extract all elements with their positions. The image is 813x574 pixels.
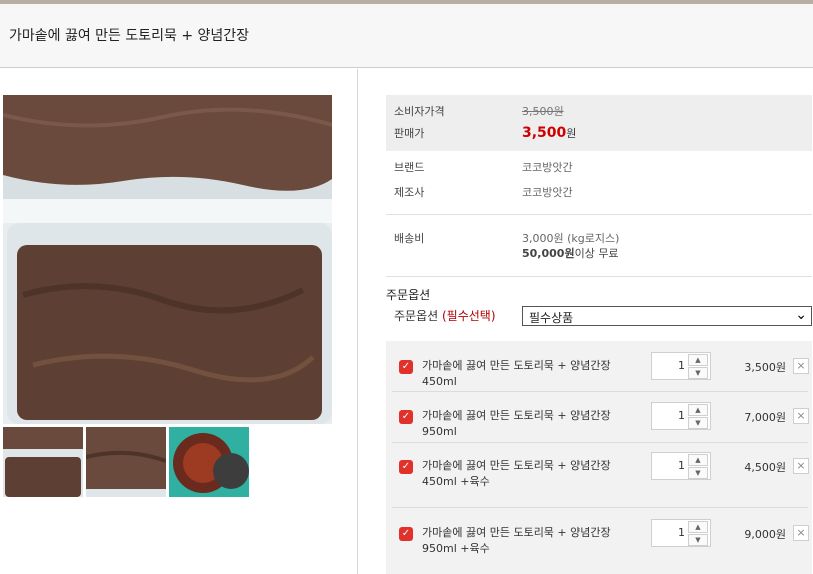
option-name: 가마솥에 끓여 만든 도토리묵 + 양념간장 450ml	[422, 359, 611, 388]
required-marker: (필수선택)	[442, 309, 496, 323]
increase-qty-icon[interactable]: ▲	[688, 354, 708, 366]
free-shipping-note: 50,000원이상 무료	[522, 245, 619, 261]
remove-option-icon[interactable]: ×	[793, 408, 809, 424]
option-name: 가마솥에 끓여 만든 도토리묵 + 양념간장 450ml +육수	[422, 459, 611, 488]
divider	[386, 276, 812, 277]
option-checkbox[interactable]: ✓	[399, 410, 413, 424]
option-price: 7,000원	[744, 411, 786, 424]
divider	[386, 214, 812, 215]
increase-qty-icon[interactable]: ▲	[688, 404, 708, 416]
remove-option-icon[interactable]: ×	[793, 358, 809, 374]
maker-value: 코코방앗간	[522, 186, 573, 199]
product-gallery	[0, 69, 358, 574]
quantity-stepper[interactable]: 1 ▲ ▼	[651, 519, 711, 547]
thumbnail-3[interactable]	[169, 427, 249, 497]
free-threshold: 50,000원	[522, 247, 575, 260]
thumbnail-1[interactable]	[3, 427, 83, 497]
quantity-stepper[interactable]: 1 ▲ ▼	[651, 352, 711, 380]
option-checkbox[interactable]: ✓	[399, 527, 413, 541]
page-header: 가마솥에 끓여 만든 도토리묵 + 양념간장	[0, 4, 813, 68]
option-checkbox[interactable]: ✓	[399, 360, 413, 374]
option-label-text: 주문옵션	[394, 309, 439, 323]
option-label: 주문옵션 (필수선택)	[394, 307, 496, 324]
option-name: 가마솥에 끓여 만든 도토리묵 + 양념간장 950ml +육수	[422, 526, 611, 555]
remove-option-icon[interactable]: ×	[793, 458, 809, 474]
shipping-label: 배송비	[394, 232, 425, 245]
sale-price: 3,500원	[522, 122, 576, 141]
consumer-price: 3,500원	[522, 105, 564, 118]
maker-label: 제조사	[394, 186, 425, 199]
selected-options-list: ✓ 가마솥에 끓여 만든 도토리묵 + 양념간장 450ml 1 ▲ ▼ 3,5…	[386, 341, 812, 574]
remove-option-icon[interactable]: ×	[793, 525, 809, 541]
brand-value: 코코방앗간	[522, 161, 573, 174]
option-name: 가마솥에 끓여 만든 도토리묵 + 양념간장 950ml	[422, 409, 611, 438]
row-divider	[392, 391, 808, 392]
quantity-stepper[interactable]: 1 ▲ ▼	[651, 402, 711, 430]
sale-price-number: 3,500	[522, 125, 567, 141]
product-info: 소비자가격 3,500원 판매가 3,500원 브랜드 코코방앗간 제조사 코코…	[386, 69, 813, 574]
option-price: 9,000원	[744, 528, 786, 541]
decrease-qty-icon[interactable]: ▼	[688, 534, 708, 546]
quantity-value: 1	[678, 459, 685, 472]
brand-label: 브랜드	[394, 161, 425, 174]
price-box: 소비자가격 3,500원 판매가 3,500원	[386, 95, 812, 151]
quantity-value: 1	[678, 526, 685, 539]
option-price: 4,500원	[744, 461, 786, 474]
option-checkbox[interactable]: ✓	[399, 460, 413, 474]
option-select-value: 필수상품	[529, 311, 574, 325]
order-options-title: 주문옵션	[386, 288, 431, 302]
thumbnail-2[interactable]	[86, 427, 166, 497]
row-divider	[392, 507, 808, 508]
thumbnail-strip	[3, 427, 263, 497]
quantity-value: 1	[678, 359, 685, 372]
sale-price-unit: 원	[566, 127, 577, 140]
decrease-qty-icon[interactable]: ▼	[688, 467, 708, 479]
sale-price-label: 판매가	[394, 127, 425, 140]
option-price: 3,500원	[744, 361, 786, 374]
row-divider	[392, 442, 808, 443]
product-title: 가마솥에 끓여 만든 도토리묵 + 양념간장	[9, 28, 250, 44]
option-row: ✓ 가마솥에 끓여 만든 도토리묵 + 양념간장 450ml +육수 1 ▲ ▼…	[386, 449, 812, 501]
increase-qty-icon[interactable]: ▲	[688, 454, 708, 466]
quantity-stepper[interactable]: 1 ▲ ▼	[651, 452, 711, 480]
consumer-price-label: 소비자가격	[394, 105, 445, 118]
main-product-image[interactable]	[3, 95, 332, 424]
quantity-value: 1	[678, 409, 685, 422]
option-select[interactable]: 필수상품 ⌄	[522, 306, 812, 326]
option-row: ✓ 가마솥에 끓여 만든 도토리묵 + 양념간장 950ml 1 ▲ ▼ 7,0…	[386, 399, 812, 439]
decrease-qty-icon[interactable]: ▼	[688, 367, 708, 379]
chevron-down-icon: ⌄	[795, 307, 807, 323]
option-row: ✓ 가마솥에 끓여 만든 도토리묵 + 양념간장 450ml 1 ▲ ▼ 3,5…	[386, 349, 812, 389]
decrease-qty-icon[interactable]: ▼	[688, 417, 708, 429]
increase-qty-icon[interactable]: ▲	[688, 521, 708, 533]
option-row: ✓ 가마솥에 끓여 만든 도토리묵 + 양념간장 950ml +육수 1 ▲ ▼…	[386, 516, 812, 568]
free-text: 이상 무료	[574, 247, 619, 260]
shipping-fee: 3,000원 (kg로지스)	[522, 232, 620, 245]
